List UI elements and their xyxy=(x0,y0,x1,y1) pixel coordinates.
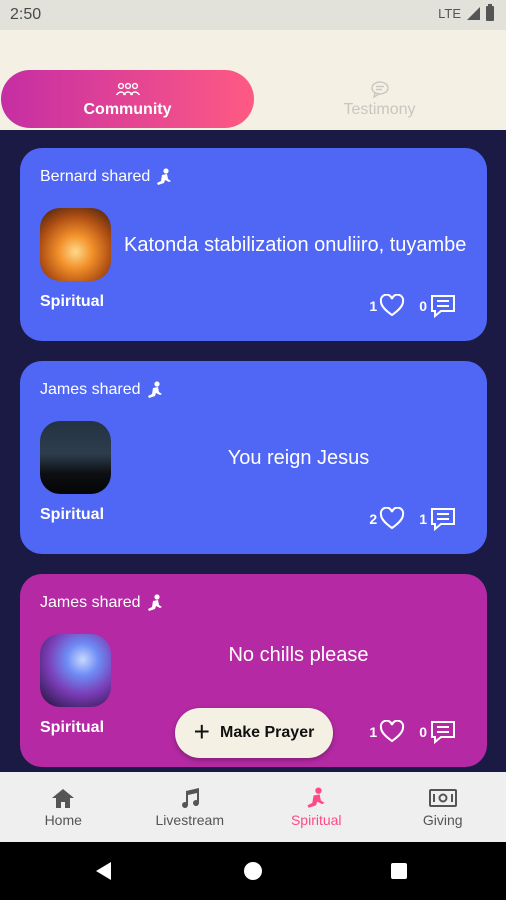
nav-home-label: Home xyxy=(44,812,82,828)
post-author: Bernard shared xyxy=(40,168,172,186)
post-category: Spiritual xyxy=(40,719,105,736)
comment-button[interactable]: 1 xyxy=(419,506,457,532)
tab-testimony[interactable]: Testimony xyxy=(253,70,506,128)
like-count: 1 xyxy=(369,298,378,314)
praying-icon xyxy=(157,168,172,185)
back-icon[interactable] xyxy=(96,862,111,880)
comment-button[interactable]: 0 xyxy=(419,719,457,745)
home-circle-icon[interactable] xyxy=(244,862,262,880)
nav-livestream[interactable]: Livestream xyxy=(127,772,254,842)
status-time: 2:50 xyxy=(10,6,42,23)
post-category: Spiritual xyxy=(40,293,105,310)
post-message: Katonda stabilization onuliiro, tuyambe xyxy=(124,233,467,256)
post-message: You reign Jesus xyxy=(227,446,370,469)
make-prayer-label: Make Prayer xyxy=(220,724,315,741)
post-image[interactable] xyxy=(40,421,111,494)
nav-spiritual-label: Spiritual xyxy=(290,812,342,828)
praying-icon xyxy=(147,381,162,398)
like-button[interactable]: 1 xyxy=(369,720,405,744)
heart-icon xyxy=(380,507,405,530)
post-stats: 1 0 xyxy=(369,719,457,745)
post-image[interactable] xyxy=(40,208,111,281)
praying-icon xyxy=(147,594,162,611)
nav-home[interactable]: Home xyxy=(0,772,127,842)
praying-icon xyxy=(306,786,326,810)
people-icon xyxy=(115,80,141,98)
network-label: LTE xyxy=(438,6,461,21)
status-icons: LTE xyxy=(438,4,494,21)
comment-count: 1 xyxy=(419,511,427,527)
tab-community-label: Community xyxy=(83,100,172,118)
battery-icon xyxy=(486,4,494,21)
like-count: 1 xyxy=(369,724,378,740)
like-count: 2 xyxy=(369,511,378,527)
home-icon xyxy=(51,786,75,810)
tab-testimony-label: Testimony xyxy=(343,100,416,118)
nav-spiritual[interactable]: Spiritual xyxy=(253,772,380,842)
comment-icon xyxy=(431,721,455,745)
heart-icon xyxy=(380,294,405,317)
recents-icon[interactable] xyxy=(391,863,407,879)
music-note-icon xyxy=(179,786,201,810)
post-category: Spiritual xyxy=(40,506,105,523)
post-stats: 2 1 xyxy=(369,506,457,532)
post-image[interactable] xyxy=(40,634,111,707)
nav-giving[interactable]: Giving xyxy=(380,772,506,842)
post-author: James shared xyxy=(40,594,163,612)
prayer-card[interactable]: Bernard shared Katonda stabilization onu… xyxy=(20,148,487,341)
prayer-card[interactable]: James shared You reign Jesus Spiritual 2… xyxy=(20,361,487,554)
author-label: James shared xyxy=(40,594,141,611)
header: Community Testimony xyxy=(0,30,506,130)
post-message: No chills please xyxy=(228,643,369,666)
chat-icon xyxy=(370,80,390,98)
comment-icon xyxy=(431,508,455,532)
comment-count: 0 xyxy=(419,724,427,740)
make-prayer-button[interactable]: + Make Prayer xyxy=(175,708,333,758)
author-label: Bernard shared xyxy=(40,168,151,185)
author-label: James shared xyxy=(40,381,141,398)
post-author: James shared xyxy=(40,381,163,399)
like-button[interactable]: 1 xyxy=(369,294,405,318)
comment-count: 0 xyxy=(419,298,427,314)
post-stats: 1 0 xyxy=(369,293,457,319)
comment-icon xyxy=(431,295,455,319)
plus-icon: + xyxy=(193,715,211,747)
prayer-feed[interactable]: Bernard shared Katonda stabilization onu… xyxy=(0,130,506,772)
status-bar: 2:50 LTE xyxy=(0,0,506,30)
money-icon xyxy=(428,786,457,810)
like-button[interactable]: 2 xyxy=(369,507,405,531)
system-nav-bar xyxy=(0,842,506,900)
heart-icon xyxy=(380,720,405,743)
nav-giving-label: Giving xyxy=(422,812,463,828)
tab-community[interactable]: Community xyxy=(1,70,254,128)
signal-icon xyxy=(467,7,480,20)
bottom-nav: Home Livestream Spiritual Giving xyxy=(0,772,506,842)
comment-button[interactable]: 0 xyxy=(419,293,457,319)
nav-livestream-label: Livestream xyxy=(155,812,224,828)
